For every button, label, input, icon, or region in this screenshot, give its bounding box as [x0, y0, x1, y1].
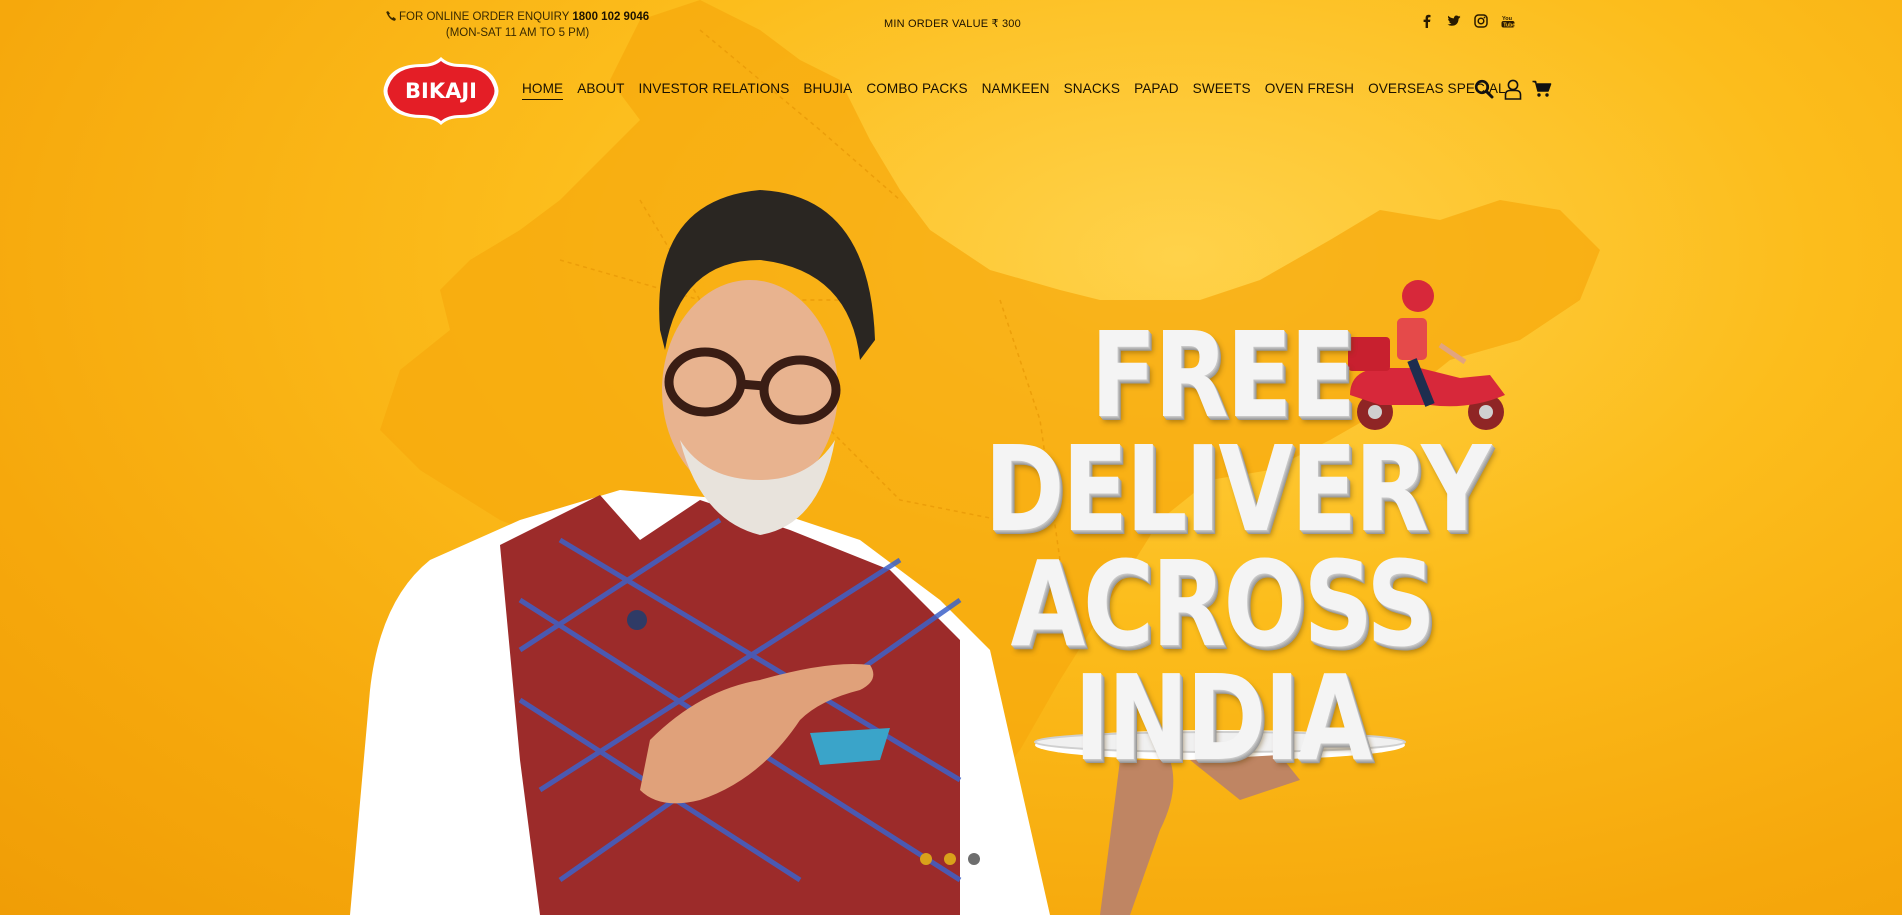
hero-headline: FREE DELIVERY ACROSS INDIA — [984, 306, 1491, 788]
headline-line-free: FREE — [1090, 306, 1356, 444]
headline-line-delivery: DELIVERY — [984, 420, 1491, 559]
hero-illustration — [350, 190, 1505, 915]
carousel-dot-active[interactable] — [968, 853, 980, 865]
carousel-dot[interactable] — [920, 853, 932, 865]
headline-line-across: ACROSS — [1010, 534, 1436, 673]
carousel-dot[interactable] — [944, 853, 956, 865]
headline-line-india: INDIA — [1074, 649, 1372, 788]
carousel-dots — [920, 853, 980, 865]
